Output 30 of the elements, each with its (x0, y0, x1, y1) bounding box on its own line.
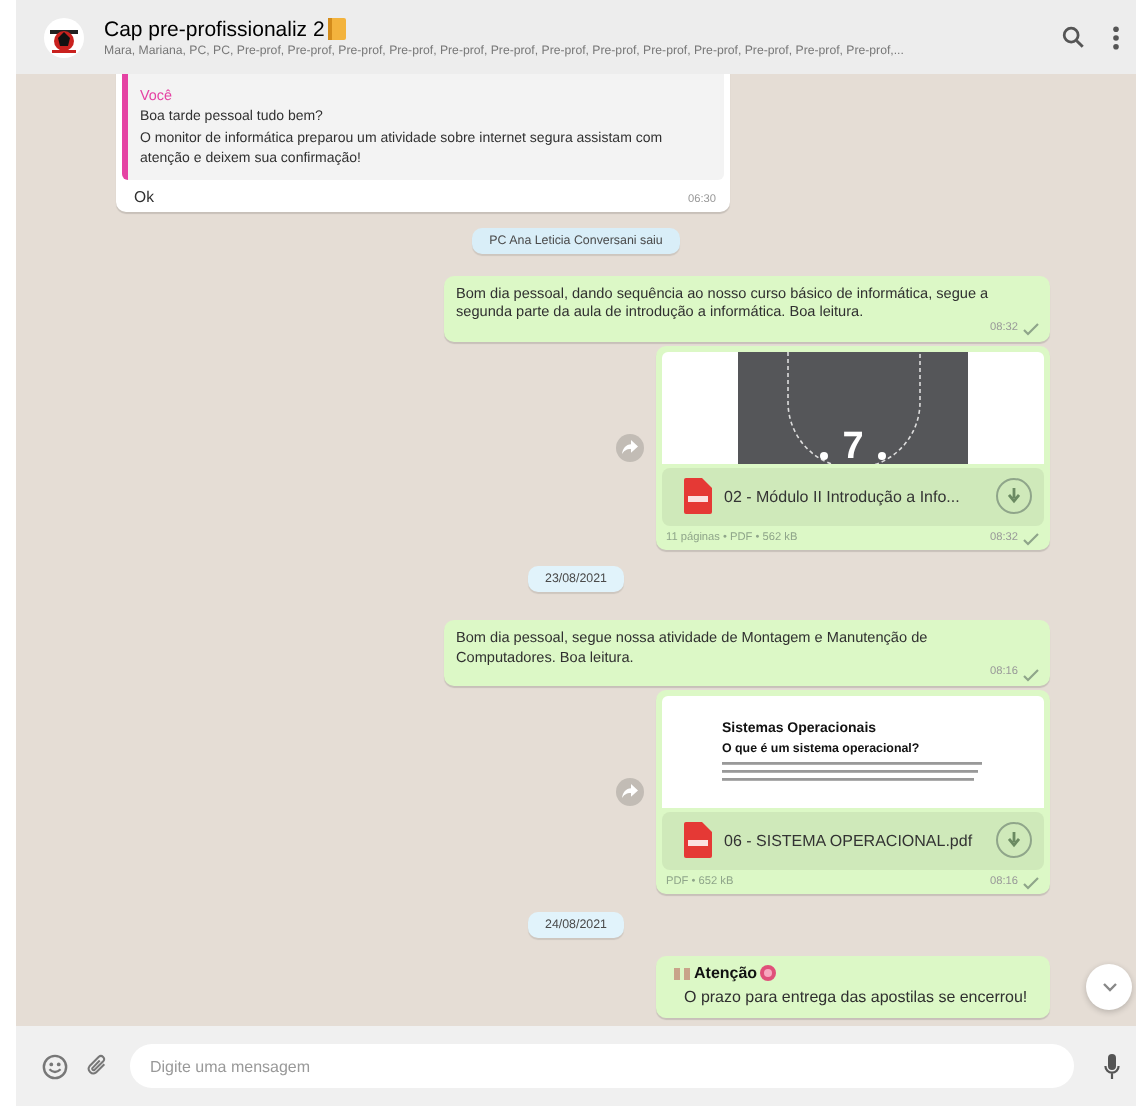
menu-button[interactable] (1108, 21, 1124, 53)
menu-icon (1112, 25, 1120, 49)
message-text: O prazo para entrega das apostilas se encerrou! (682, 987, 1030, 1006)
notebook-icon (328, 18, 347, 40)
download-icon (1008, 832, 1020, 849)
message-input[interactable]: Digite uma mensagem (130, 1044, 1074, 1088)
attach-button[interactable] (86, 1054, 108, 1078)
search-icon (1062, 26, 1084, 48)
pdf-file-icon (684, 822, 712, 859)
download-button[interactable] (996, 822, 1032, 859)
forward-icon (622, 440, 638, 455)
voice-button[interactable] (1104, 1053, 1120, 1079)
file-name: 06 - SISTEMA OPERACIONAL.pdf (724, 831, 975, 850)
slide-number: 7 (842, 427, 864, 464)
emoji-button[interactable] (42, 1053, 68, 1079)
download-button[interactable] (996, 478, 1032, 515)
microphone-icon (1104, 1053, 1120, 1079)
message-title: Atenção (694, 963, 758, 982)
file-name: 02 - Módulo II Introdução a Info... (724, 487, 962, 506)
forward-icon (622, 784, 638, 799)
pdf-file-icon (684, 478, 712, 515)
search-button[interactable] (1058, 22, 1088, 52)
file-attachment[interactable]: 06 - SISTEMA OPERACIONAL.pdf (662, 811, 1044, 870)
file-attachment[interactable]: 02 - Módulo II Introdução a Info... (662, 467, 1044, 526)
group-avatar (44, 17, 84, 57)
download-icon (1008, 488, 1020, 505)
group-title: Cap pre-profissionaliz 2 (104, 17, 325, 41)
smiley-icon (42, 1053, 68, 1079)
paperclip-icon (86, 1054, 108, 1078)
chevron-down-icon (1101, 982, 1117, 992)
